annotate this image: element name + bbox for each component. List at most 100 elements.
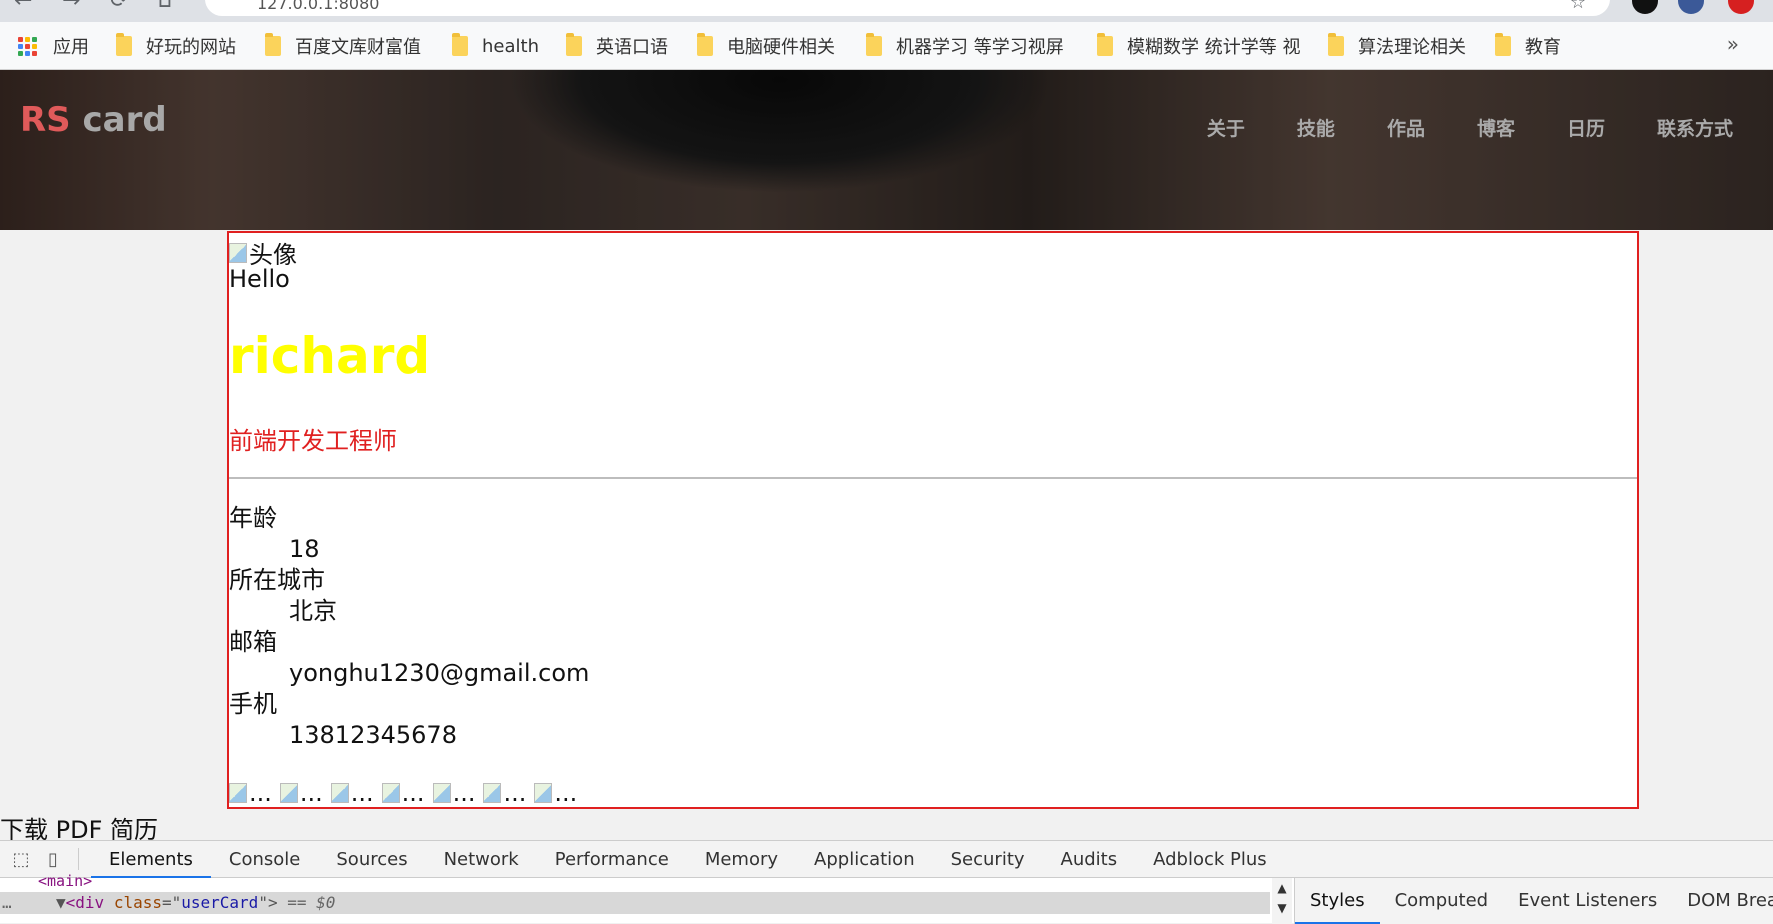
broken-image-icon: [483, 783, 502, 803]
info-label-age: 年龄: [229, 504, 277, 532]
home-icon[interactable]: ⌂: [158, 0, 172, 13]
social-alt-text: ...: [249, 779, 272, 807]
social-alt-text: ...: [299, 779, 323, 807]
back-icon[interactable]: ←: [14, 0, 32, 13]
broken-image-icon: [279, 783, 298, 803]
folder-icon: [697, 33, 713, 56]
folder-icon: [1495, 33, 1511, 56]
nav-works[interactable]: 作品: [1387, 114, 1425, 141]
more-options-icon[interactable]: …: [2, 892, 12, 914]
divider: [229, 477, 1637, 479]
info-label-city: 所在城市: [229, 566, 325, 594]
devtools-panel: ⬚ ▯ Elements Console Sources Network Per…: [0, 840, 1773, 924]
site-logo[interactable]: RS card: [20, 100, 167, 140]
bookmark-folder[interactable]: 机器学习 等学习视屏: [866, 33, 1064, 58]
social-link[interactable]: ...: [534, 779, 577, 807]
address-url: 127.0.0.1:8080: [257, 0, 380, 13]
dom-attr-value: userCard: [181, 893, 259, 912]
device-toolbar-icon[interactable]: ▯: [42, 848, 64, 870]
bookmark-label: 教育: [1525, 37, 1561, 58]
bookmark-folder[interactable]: 好玩的网站: [116, 33, 236, 58]
extension-icon[interactable]: [1632, 0, 1658, 14]
tab-audits[interactable]: Audits: [1043, 841, 1136, 878]
user-name: richard: [229, 327, 431, 385]
bookmark-folder[interactable]: 英语口语: [566, 33, 668, 58]
nav-skills[interactable]: 技能: [1297, 114, 1335, 141]
bookmark-folder[interactable]: 模糊数学 统计学等 视: [1097, 33, 1300, 58]
expand-triangle-icon[interactable]: ▼: [56, 893, 66, 912]
bookmark-folder[interactable]: 教育: [1495, 33, 1561, 58]
browser-toolbar: ← → ⟳ ⌂ 127.0.0.1:8080 ☆: [0, 0, 1773, 22]
dom-scroll-control[interactable]: ▲ ▼: [1272, 878, 1292, 924]
dom-close: ">: [258, 893, 278, 912]
bookmark-folder[interactable]: 百度文库财富值: [265, 33, 421, 58]
folder-icon: [1328, 33, 1344, 56]
dom-selected-marker: == $0: [277, 893, 336, 912]
social-link[interactable]: ...: [483, 779, 526, 807]
tab-console[interactable]: Console: [211, 841, 318, 878]
folder-icon: [566, 33, 582, 56]
bookmark-label: health: [482, 35, 539, 57]
bookmark-label: 算法理论相关: [1358, 37, 1466, 58]
bookmark-folder[interactable]: 算法理论相关: [1328, 33, 1466, 58]
dom-attr: class: [113, 893, 162, 912]
social-link[interactable]: ...: [432, 779, 476, 807]
tab-elements[interactable]: Elements: [91, 841, 211, 878]
tab-network[interactable]: Network: [426, 841, 537, 878]
folder-icon: [116, 33, 132, 56]
address-bar[interactable]: 127.0.0.1:8080 ☆: [205, 0, 1610, 16]
social-link[interactable]: ...: [330, 779, 374, 807]
tab-application[interactable]: Application: [796, 841, 933, 878]
bookmark-label: 百度文库财富值: [295, 37, 421, 58]
tab-computed[interactable]: Computed: [1380, 878, 1504, 924]
social-alt-text: ...: [401, 779, 425, 807]
info-value-city: 北京: [289, 597, 337, 625]
reload-icon[interactable]: ⟳: [110, 0, 128, 13]
dom-tag: <div: [65, 893, 114, 912]
folder-icon: [265, 33, 281, 56]
broken-image-icon: [534, 783, 553, 803]
nav-calendar[interactable]: 日历: [1567, 114, 1605, 141]
tab-security[interactable]: Security: [933, 841, 1043, 878]
forward-icon[interactable]: →: [62, 0, 80, 13]
info-value-phone: 13812345678: [289, 721, 457, 749]
info-value-email: yonghu1230@gmail.com: [289, 659, 590, 687]
tab-dom-breakpoints[interactable]: DOM Breakpoints: [1672, 878, 1773, 924]
tab-memory[interactable]: Memory: [687, 841, 796, 878]
nav-about[interactable]: 关于: [1207, 114, 1245, 141]
tab-sources[interactable]: Sources: [318, 841, 425, 878]
dom-eq: =": [161, 893, 182, 912]
bookmark-star-icon[interactable]: ☆: [1570, 0, 1586, 13]
bookmark-label: 机器学习 等学习视屏: [896, 37, 1064, 58]
info-label-phone: 手机: [229, 690, 277, 718]
social-alt-text: ...: [452, 779, 476, 807]
tab-performance[interactable]: Performance: [537, 841, 687, 878]
main-nav: 关于 技能 作品 博客 日历 联系方式: [1207, 114, 1733, 141]
dom-tree: <main> … ▼<div class="userCard"> == $0: [0, 872, 1270, 924]
inspect-element-icon[interactable]: ⬚: [10, 848, 32, 870]
social-link[interactable]: ...: [279, 779, 323, 807]
user-card: 头像 Hello richard 前端开发工程师 年龄 18 所在城市 北京 邮…: [227, 231, 1639, 809]
bookmarks-overflow-button[interactable]: »: [1727, 32, 1739, 56]
nav-blog[interactable]: 博客: [1477, 114, 1515, 141]
social-link[interactable]: ...: [381, 779, 425, 807]
folder-icon: [866, 33, 882, 56]
bookmark-apps[interactable]: 应用: [18, 34, 89, 58]
dom-node-selected[interactable]: … ▼<div class="userCard"> == $0: [0, 892, 1270, 914]
dom-node-main[interactable]: <main>: [38, 872, 92, 890]
adblock-extension-icon[interactable]: [1728, 0, 1754, 14]
social-links: ... ... ... ... ... ... ...: [229, 779, 577, 807]
social-link[interactable]: ...: [229, 779, 272, 807]
tab-styles[interactable]: Styles: [1295, 878, 1380, 924]
styles-tabbar: Styles Computed Event Listeners DOM Brea…: [1294, 878, 1773, 924]
bookmark-folder[interactable]: 电脑硬件相关: [697, 33, 835, 58]
bookmark-label: 英语口语: [596, 37, 668, 58]
broken-image-icon: [381, 783, 400, 803]
extension-icon[interactable]: [1678, 0, 1704, 14]
nav-contact[interactable]: 联系方式: [1657, 114, 1733, 141]
info-list: 年龄 18 所在城市 北京 邮箱 yonghu1230@gmail.com 手机…: [229, 503, 589, 751]
tab-adblock-plus[interactable]: Adblock Plus: [1135, 841, 1285, 878]
bookmark-label: 应用: [53, 37, 89, 58]
tab-event-listeners[interactable]: Event Listeners: [1503, 878, 1672, 924]
bookmark-folder[interactable]: health: [452, 33, 539, 58]
